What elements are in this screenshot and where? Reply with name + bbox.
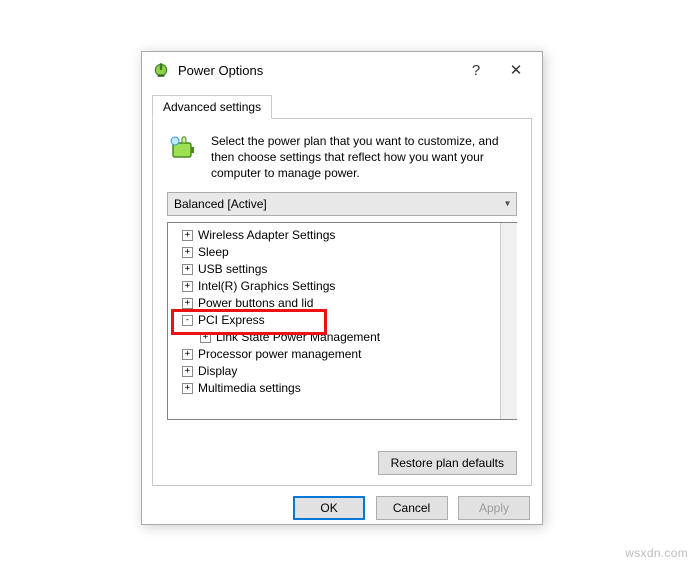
expand-icon[interactable]: + <box>182 264 193 275</box>
restore-plan-defaults-button[interactable]: Restore plan defaults <box>378 451 517 475</box>
expand-icon[interactable]: + <box>182 230 193 241</box>
tree-item[interactable]: + Processor power management <box>172 346 500 363</box>
expand-icon[interactable]: + <box>182 366 193 377</box>
tab-area: Advanced settings Select the power plan … <box>152 94 532 486</box>
power-plan-selected: Balanced [Active] <box>174 197 267 211</box>
tree-item-label: Intel(R) Graphics Settings <box>198 279 335 293</box>
expand-icon[interactable]: + <box>182 349 193 360</box>
power-options-dialog: Power Options ? ✕ Advanced settings Sele… <box>141 51 543 525</box>
scrollbar[interactable] <box>500 223 517 419</box>
window-title: Power Options <box>178 63 456 78</box>
settings-tree: + Wireless Adapter Settings + Sleep + USB set… <box>167 222 517 420</box>
tree-item-label: Multimedia settings <box>198 381 301 395</box>
tree-item[interactable]: + Wireless Adapter Settings <box>172 227 500 244</box>
tree-item[interactable]: + Power buttons and lid <box>172 295 500 312</box>
expand-icon[interactable]: + <box>182 298 193 309</box>
intro-text: Select the power plan that you want to c… <box>211 133 517 182</box>
tab-advanced-settings[interactable]: Advanced settings <box>152 95 272 119</box>
chevron-down-icon: ▾ <box>505 198 510 209</box>
tree-item-label: Power buttons and lid <box>198 296 313 310</box>
dialog-buttons: OK Cancel Apply <box>142 486 542 532</box>
power-options-icon <box>152 61 170 79</box>
apply-button[interactable]: Apply <box>458 496 530 520</box>
tree-item[interactable]: + Display <box>172 363 500 380</box>
tab-panel: Select the power plan that you want to c… <box>152 118 532 486</box>
expand-icon[interactable]: + <box>182 383 193 394</box>
battery-icon <box>167 133 199 165</box>
intro-row: Select the power plan that you want to c… <box>167 133 517 182</box>
tree-item[interactable]: + Multimedia settings <box>172 380 500 397</box>
tree-item[interactable]: + Link State Power Management <box>172 329 500 346</box>
tree-item-label: Display <box>198 364 237 378</box>
tree-item[interactable]: + USB settings <box>172 261 500 278</box>
help-button[interactable]: ? <box>456 56 496 84</box>
tree-item-label: USB settings <box>198 262 267 276</box>
tree-item-label: Link State Power Management <box>216 330 380 344</box>
ok-button[interactable]: OK <box>293 496 365 520</box>
watermark: wsxdn.com <box>625 546 688 560</box>
tree-item[interactable]: + Sleep <box>172 244 500 261</box>
power-plan-select[interactable]: Balanced [Active] ▾ <box>167 192 517 216</box>
close-button[interactable]: ✕ <box>496 56 536 84</box>
cancel-button[interactable]: Cancel <box>376 496 448 520</box>
tree-item[interactable]: + Intel(R) Graphics Settings <box>172 278 500 295</box>
expand-icon[interactable]: + <box>182 247 193 258</box>
tree-item-label: Sleep <box>198 245 229 259</box>
titlebar: Power Options ? ✕ <box>142 52 542 88</box>
expand-icon[interactable]: + <box>182 281 193 292</box>
tree-item-label: Wireless Adapter Settings <box>198 228 335 242</box>
tree-item-label: Processor power management <box>198 347 361 361</box>
expand-icon[interactable]: + <box>200 332 211 343</box>
collapse-icon[interactable]: - <box>182 315 193 326</box>
tree-item[interactable]: -PCI Express <box>172 312 500 329</box>
tree-item-label: PCI Express <box>198 313 265 327</box>
